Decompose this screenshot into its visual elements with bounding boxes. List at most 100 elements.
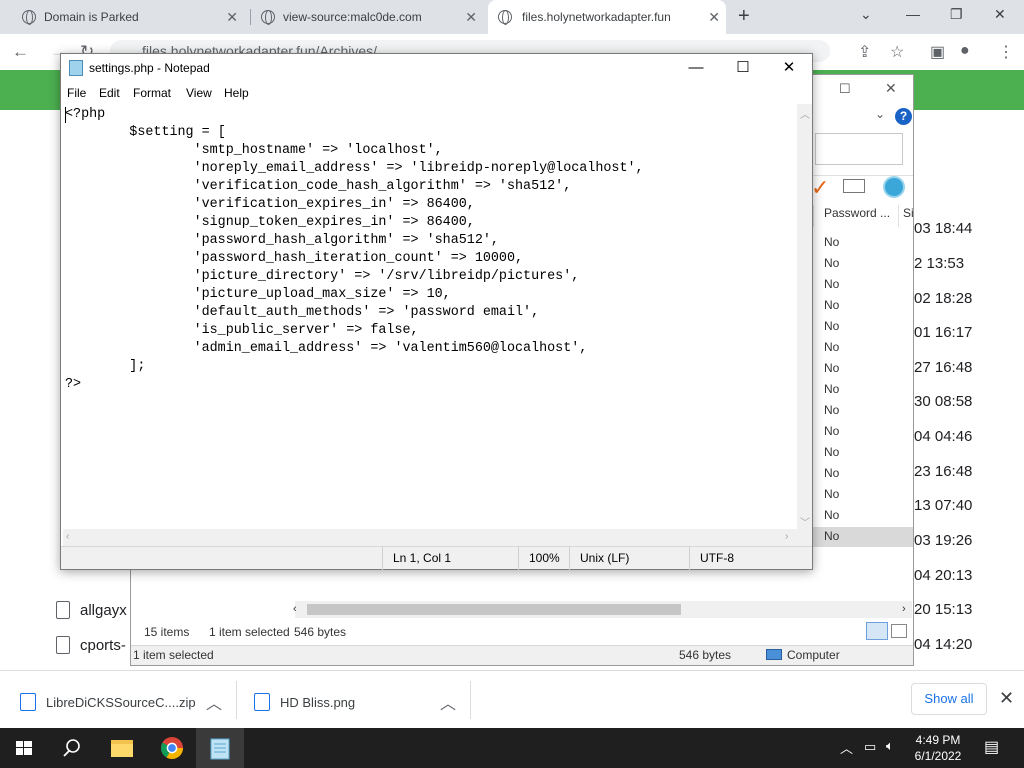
side-panel-icon[interactable]: ▣ [930, 42, 945, 62]
menu-bar: File Edit Format View Help [61, 82, 812, 104]
chevron-up-icon[interactable]: ︿ [440, 690, 456, 714]
checkmark-icon[interactable]: ✓ [811, 175, 829, 201]
editor-content[interactable]: <?php $setting = [ 'smtp_hostname' => 'l… [65, 106, 644, 394]
taskbar-notepad[interactable] [196, 728, 244, 768]
text-editor[interactable]: <?php $setting = [ 'smtp_hostname' => 'l… [63, 104, 797, 529]
network-icon[interactable]: ▭ [864, 739, 876, 768]
menu-view[interactable]: View [186, 86, 212, 100]
close-window-icon[interactable]: ✕ [994, 6, 1006, 23]
show-all-button[interactable]: Show all [911, 683, 987, 715]
status-size: 546 bytes [294, 625, 347, 639]
close-button[interactable]: ✕ [766, 56, 812, 80]
notification-icon[interactable]: ▤ [984, 737, 999, 768]
notepad-titlebar[interactable]: settings.php - Notepad — ☐ ✕ [61, 54, 812, 82]
menu-edit[interactable]: Edit [99, 86, 120, 100]
table-cell: No [824, 382, 840, 396]
list-item-date: 30 08:58 [914, 393, 973, 410]
table-cell: No [824, 508, 840, 522]
column-header-password[interactable]: Password ... [824, 206, 890, 220]
minimize-button[interactable]: — [673, 56, 719, 80]
volume-icon[interactable]: 🔈︎ [886, 738, 894, 768]
chrome-icon [161, 737, 183, 759]
tab-files[interactable]: files.holynetworkadapter.fun ✕ [488, 0, 726, 34]
scroll-right-icon[interactable]: › [785, 531, 788, 542]
list-item-date: 03 18:44 [914, 220, 973, 237]
close-window-icon[interactable]: ✕ [885, 80, 897, 97]
scroll-up-icon[interactable]: ︿ [800, 106, 810, 121]
status-encoding: UTF-8 [689, 547, 812, 570]
download-item[interactable]: LibreDiCKSSourceC....zip [20, 693, 196, 711]
notepad-icon [210, 738, 230, 760]
list-item-date: 20 15:13 [914, 601, 973, 618]
status-item-count: 15 items [144, 625, 190, 639]
restore-icon[interactable]: ❐ [950, 6, 963, 23]
close-tab-icon[interactable]: ✕ [226, 9, 238, 26]
menu-icon[interactable]: ⋮ [998, 42, 1014, 62]
maximize-button[interactable]: ☐ [720, 56, 766, 80]
scroll-left-icon[interactable]: ‹ [293, 603, 297, 615]
close-tab-icon[interactable]: ✕ [465, 9, 477, 26]
table-cell: No [824, 529, 840, 543]
chevron-up-icon[interactable]: ︿ [206, 690, 222, 714]
chevron-down-icon[interactable]: ⌄ [860, 6, 872, 23]
vertical-scrollbar[interactable]: ︿ ﹀ [797, 104, 812, 529]
taskbar-explorer[interactable] [98, 728, 146, 768]
menu-file[interactable]: File [67, 86, 86, 100]
new-tab-icon[interactable]: + [738, 5, 750, 28]
list-item-date: 04 14:20 [914, 636, 973, 653]
scrollbar-thumb[interactable] [307, 604, 681, 615]
notepad-icon [69, 60, 83, 76]
list-item-date: 23 16:48 [914, 463, 973, 480]
large-icons-view-icon[interactable] [891, 624, 907, 638]
chevron-down-icon[interactable]: ⌄ [875, 107, 885, 121]
menu-format[interactable]: Format [133, 86, 171, 100]
minimize-icon[interactable]: — [906, 6, 920, 22]
folder-icon [111, 740, 133, 757]
scroll-down-icon[interactable]: ﹀ [800, 514, 810, 529]
help-icon[interactable]: ? [895, 108, 912, 125]
file-icon [56, 636, 70, 654]
system-clock[interactable]: 4:49 PM 6/1/2022 [905, 732, 971, 764]
window-title: settings.php - Notepad [89, 61, 210, 75]
globe-icon [261, 10, 275, 25]
footer-location: Computer [787, 648, 840, 662]
list-item-date: 27 16:48 [914, 359, 973, 376]
table-cell: No [824, 424, 840, 438]
globe-icon[interactable] [883, 176, 905, 198]
globe-icon [22, 10, 36, 25]
list-item[interactable]: cports- [56, 636, 126, 654]
chevron-up-icon[interactable]: ︿ [840, 738, 853, 768]
close-icon[interactable]: ✕ [999, 688, 1014, 709]
status-zoom: 100% [518, 547, 576, 570]
envelope-icon[interactable] [843, 179, 865, 193]
details-view-icon[interactable] [866, 622, 888, 640]
list-item-date: 01 16:17 [914, 324, 973, 341]
taskbar-chrome[interactable] [148, 728, 196, 768]
list-item-date: 02 18:28 [914, 290, 973, 307]
table-cell: No [824, 235, 840, 249]
search-icon [63, 739, 80, 757]
text-caret [65, 107, 66, 123]
scroll-left-icon[interactable]: ‹ [66, 531, 69, 542]
horizontal-scrollbar[interactable]: ‹ › [63, 529, 797, 546]
search-input[interactable] [815, 133, 903, 165]
table-cell: No [824, 277, 840, 291]
bookmark-star-icon[interactable]: ☆ [890, 42, 904, 62]
list-item[interactable]: allgayx [56, 601, 127, 619]
divider [236, 681, 237, 719]
tab-domain-parked[interactable]: Domain is Parked ✕ [22, 0, 244, 34]
table-cell: No [824, 403, 840, 417]
search-button[interactable] [48, 728, 96, 768]
back-icon[interactable]: ← [12, 42, 29, 62]
menu-help[interactable]: Help [224, 86, 249, 100]
tab-view-source[interactable]: view-source:malc0de.com ✕ [261, 0, 483, 34]
table-cell: No [824, 298, 840, 312]
scroll-right-icon[interactable]: › [902, 603, 906, 615]
start-button[interactable] [0, 728, 48, 768]
download-item[interactable]: HD Bliss.png [254, 693, 355, 711]
profile-icon[interactable]: ● [960, 42, 970, 60]
share-icon[interactable]: ⇪ [858, 42, 871, 62]
maximize-icon[interactable]: ☐ [839, 81, 851, 97]
column-header-size[interactable]: Si [903, 206, 914, 220]
close-tab-icon[interactable]: ✕ [708, 9, 720, 26]
